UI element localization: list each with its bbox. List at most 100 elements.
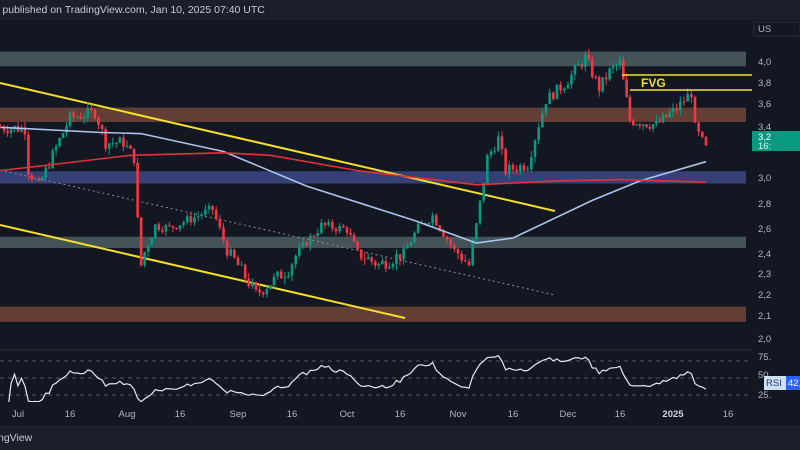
time-tick-label: 16	[395, 409, 406, 420]
candle-body	[93, 110, 97, 118]
candle	[331, 219, 334, 232]
candle	[129, 144, 132, 149]
candle-body	[533, 140, 537, 157]
candle	[370, 256, 374, 265]
candle	[366, 253, 370, 260]
candle-body	[168, 225, 171, 227]
candle	[373, 259, 377, 270]
candle-body	[68, 112, 72, 126]
candle-body	[301, 242, 305, 247]
candle-body	[388, 266, 391, 269]
candle	[104, 126, 107, 153]
candle	[243, 263, 247, 283]
price-tick-label: 3,6	[758, 99, 771, 110]
candle	[115, 142, 118, 149]
candle	[594, 74, 598, 80]
price-chart[interactable]: FVG US4,03,83,63,43,02,82,62,42,32,22,12…	[0, 20, 800, 425]
zone-band	[0, 236, 746, 248]
candle	[125, 140, 129, 149]
time-tick-label: 16	[287, 409, 298, 420]
candle	[438, 224, 442, 233]
candle-body	[668, 112, 671, 118]
candle-body	[500, 136, 504, 150]
footer-bar: ngView	[0, 425, 800, 450]
zone-band	[0, 306, 746, 322]
candle-body	[189, 216, 193, 223]
candle	[68, 110, 72, 129]
candle	[690, 90, 693, 103]
time-tick-label: Oct	[340, 409, 355, 420]
candle-body	[584, 54, 587, 67]
price-tick-label: 3,8	[758, 78, 771, 89]
candle	[157, 221, 161, 232]
candle	[604, 72, 608, 86]
candle-body	[240, 264, 243, 266]
countdown-label: 16:	[758, 141, 771, 152]
candle	[533, 138, 537, 163]
candle-body	[434, 215, 438, 226]
candle-body	[690, 94, 693, 98]
currency-label: US	[758, 24, 771, 35]
candle	[555, 84, 559, 100]
candle	[236, 255, 240, 266]
candle-body	[200, 214, 204, 216]
upper-channel-trendline[interactable]	[0, 82, 556, 212]
candle	[118, 135, 122, 144]
candle-body	[279, 271, 283, 279]
candle	[279, 268, 283, 279]
candle-body	[570, 74, 573, 85]
price-tick-label: 2,0	[758, 334, 771, 345]
candle-body	[511, 164, 515, 170]
candle-body	[416, 223, 420, 234]
candle-body	[100, 125, 104, 129]
candle-body	[247, 278, 251, 287]
candle	[431, 212, 434, 228]
candle	[522, 162, 526, 173]
candle-body	[409, 242, 413, 247]
candle	[359, 249, 363, 262]
candle-body	[522, 165, 526, 171]
candle-body	[604, 77, 608, 80]
zones-layer	[0, 51, 746, 322]
candle-body	[648, 127, 652, 129]
candle-body	[661, 114, 665, 123]
candle	[265, 286, 269, 298]
candle	[377, 262, 381, 270]
candle	[171, 225, 175, 233]
candle	[233, 248, 236, 259]
candle	[16, 122, 20, 133]
time-tick-label: 16	[175, 409, 186, 420]
candle	[290, 262, 294, 281]
candle	[182, 220, 185, 228]
time-tick-label: Nov	[450, 409, 467, 420]
candle-body	[222, 227, 225, 241]
candle	[563, 87, 566, 94]
candle	[44, 165, 48, 180]
candle	[645, 124, 648, 129]
candle-body	[258, 289, 261, 293]
candle-body	[272, 276, 276, 286]
candle-body	[229, 249, 233, 256]
candle-body	[526, 169, 529, 171]
price-tick-label: 2,8	[758, 199, 771, 210]
candle	[178, 225, 182, 232]
candle	[164, 223, 168, 237]
candle-body	[6, 130, 9, 134]
candle-body	[171, 225, 175, 228]
price-tick-label: 2,6	[758, 224, 771, 235]
candle-body	[515, 169, 518, 172]
candle-body	[349, 232, 352, 235]
candle-body	[475, 223, 478, 241]
candle	[381, 257, 384, 265]
candle-body	[207, 205, 211, 210]
candle-body	[287, 275, 290, 278]
candle	[391, 261, 395, 270]
candle	[225, 238, 229, 259]
candle	[363, 252, 366, 265]
candle-body	[261, 292, 265, 295]
candle-body	[402, 248, 405, 260]
candle-body	[519, 165, 522, 172]
candle-body	[312, 235, 316, 237]
candle-body	[573, 65, 577, 75]
candle-body	[508, 164, 511, 174]
